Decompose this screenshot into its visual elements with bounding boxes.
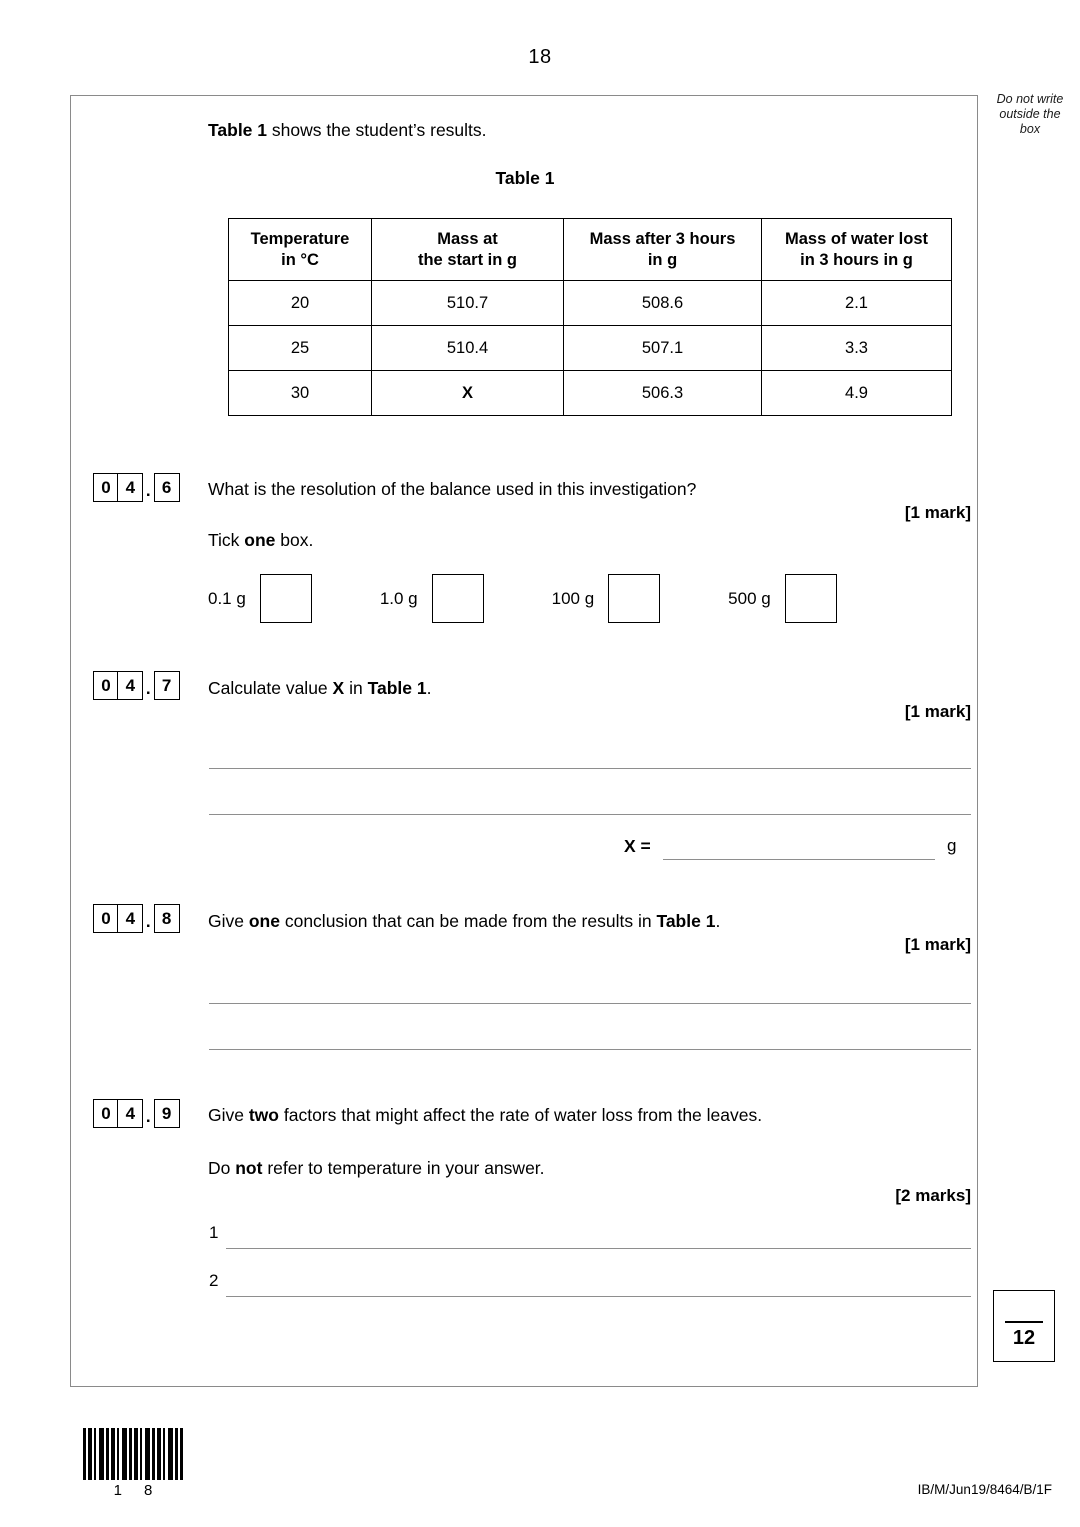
qnum-digit: 4 xyxy=(117,473,144,502)
qnum-digit: 0 xyxy=(93,473,119,502)
intro-bold-table-ref: Table 1 xyxy=(208,120,268,140)
barcode-image xyxy=(83,1428,183,1480)
table-header-temperature: Temperature in °C xyxy=(228,218,372,281)
cell-temperature: 30 xyxy=(228,370,372,416)
notice-line-2: outside the xyxy=(999,107,1061,121)
barcode-area: 1 8 xyxy=(83,1428,183,1499)
question-04-8-prompt: Give one conclusion that can be made fro… xyxy=(208,911,721,931)
qnum-dot: . xyxy=(145,912,151,931)
answer-line[interactable] xyxy=(209,1003,971,1004)
cell-water-lost: 4.9 xyxy=(761,370,952,416)
qnum-subdigit: 9 xyxy=(153,1099,180,1128)
answer-area-border: Table 1 shows the student’s results. Tab… xyxy=(70,95,978,1387)
answer-unit-g: g xyxy=(947,836,957,855)
question-04-6-instruction: Tick one box. xyxy=(208,530,314,550)
tick-option-label: 1.0 g xyxy=(379,588,418,608)
qnum-digit: 0 xyxy=(93,671,119,700)
tick-option-500g[interactable]: 500 g xyxy=(728,574,837,623)
tick-option-label: 0.1 g xyxy=(208,588,246,608)
tick-checkbox[interactable] xyxy=(784,574,837,623)
question-04-8-marks: [1 mark] xyxy=(904,935,971,954)
tick-box-options: 0.1 g 1.0 g 100 g 500 g xyxy=(208,574,837,623)
total-marks-value: 12 xyxy=(1012,1327,1036,1349)
paper-reference-code: IB/M/Jun19/8464/B/1F xyxy=(917,1482,1052,1497)
qnum-digit: 4 xyxy=(117,904,144,933)
question-number-04-7: 0 4 . 7 xyxy=(93,671,180,700)
cell-mass-after: 507.1 xyxy=(563,325,762,371)
qnum-dot: . xyxy=(145,481,151,500)
table-header-water-lost: Mass of water lost in 3 hours in g xyxy=(761,218,952,281)
question-04-6-prompt: What is the resolution of the balance us… xyxy=(208,479,697,499)
tick-option-1-0g[interactable]: 1.0 g xyxy=(380,574,484,623)
tick-option-100g[interactable]: 100 g xyxy=(552,574,661,623)
table-row: 25 510.4 507.1 3.3 xyxy=(228,325,952,371)
cell-temperature: 20 xyxy=(228,280,372,326)
answer-label-x-equals: X = xyxy=(624,836,651,856)
intro-rest: shows the student’s results. xyxy=(267,120,487,140)
total-marks-box: 12 xyxy=(993,1290,1055,1362)
table-caption: Table 1 xyxy=(495,168,555,188)
question-04-7-prompt: Calculate value X in Table 1. xyxy=(208,678,432,698)
tick-checkbox[interactable] xyxy=(608,574,661,623)
qnum-digit: 0 xyxy=(93,904,119,933)
answer-line[interactable] xyxy=(209,814,971,815)
answer-line[interactable] xyxy=(209,1049,971,1050)
table-row: 30 X 506.3 4.9 xyxy=(228,370,952,416)
barcode-digit-left: 1 xyxy=(113,1482,122,1499)
cell-water-lost: 3.3 xyxy=(761,325,952,371)
qnum-subdigit: 6 xyxy=(153,473,180,502)
table-header-mass-start: Mass at the start in g xyxy=(371,218,564,281)
barcode-digit-right: 8 xyxy=(144,1482,153,1499)
qnum-digit: 4 xyxy=(117,1099,144,1128)
barcode-digits: 1 8 xyxy=(83,1482,183,1499)
cell-mass-after: 508.6 xyxy=(563,280,762,326)
results-table: Temperature in °C Mass at the start in g… xyxy=(228,218,952,416)
page-number: 18 xyxy=(528,46,552,68)
notice-line-3: box xyxy=(1019,122,1041,136)
intro-sentence: Table 1 shows the student’s results. xyxy=(208,120,487,141)
answer-value-line[interactable] xyxy=(663,859,935,860)
question-number-04-6: 0 4 . 6 xyxy=(93,473,180,502)
question-04-7-marks: [1 mark] xyxy=(904,702,971,721)
do-not-write-outside-box-notice: Do not write outside the box xyxy=(985,92,1075,137)
tick-option-0-1g[interactable]: 0.1 g xyxy=(208,574,312,623)
tick-checkbox[interactable] xyxy=(259,574,312,623)
qnum-digit: 4 xyxy=(117,671,144,700)
question-04-6-marks: [1 mark] xyxy=(904,503,971,522)
answer-line[interactable] xyxy=(226,1296,971,1297)
tick-option-label: 500 g xyxy=(728,588,771,608)
question-04-9-prompt: Give two factors that might affect the r… xyxy=(208,1105,763,1125)
table-header-mass-after: Mass after 3 hours in g xyxy=(563,218,762,281)
qnum-dot: . xyxy=(145,679,151,698)
notice-line-1: Do not write xyxy=(996,92,1064,106)
marks-box-rule xyxy=(1005,1321,1043,1323)
tick-checkbox[interactable] xyxy=(431,574,484,623)
tick-option-label: 100 g xyxy=(551,588,595,608)
answer-item-number-2: 2 xyxy=(209,1271,219,1290)
qnum-digit: 0 xyxy=(93,1099,119,1128)
cell-water-lost: 2.1 xyxy=(761,280,952,326)
table-row: 20 510.7 508.6 2.1 xyxy=(228,280,952,326)
question-number-04-9: 0 4 . 9 xyxy=(93,1099,180,1128)
question-number-04-8: 0 4 . 8 xyxy=(93,904,180,933)
qnum-subdigit: 8 xyxy=(153,904,180,933)
cell-mass-after: 506.3 xyxy=(563,370,762,416)
question-04-9-marks: [2 marks] xyxy=(895,1186,971,1205)
qnum-subdigit: 7 xyxy=(153,671,180,700)
cell-mass-start-unknown-x: X xyxy=(371,370,564,416)
answer-line[interactable] xyxy=(226,1248,971,1249)
answer-item-number-1: 1 xyxy=(209,1223,219,1242)
qnum-dot: . xyxy=(145,1107,151,1126)
table-header-row: Temperature in °C Mass at the start in g… xyxy=(228,218,952,281)
cell-mass-start: 510.7 xyxy=(371,280,564,326)
cell-mass-start: 510.4 xyxy=(371,325,564,371)
cell-temperature: 25 xyxy=(228,325,372,371)
question-04-9-note: Do not refer to temperature in your answ… xyxy=(208,1158,545,1178)
answer-line[interactable] xyxy=(209,768,971,769)
